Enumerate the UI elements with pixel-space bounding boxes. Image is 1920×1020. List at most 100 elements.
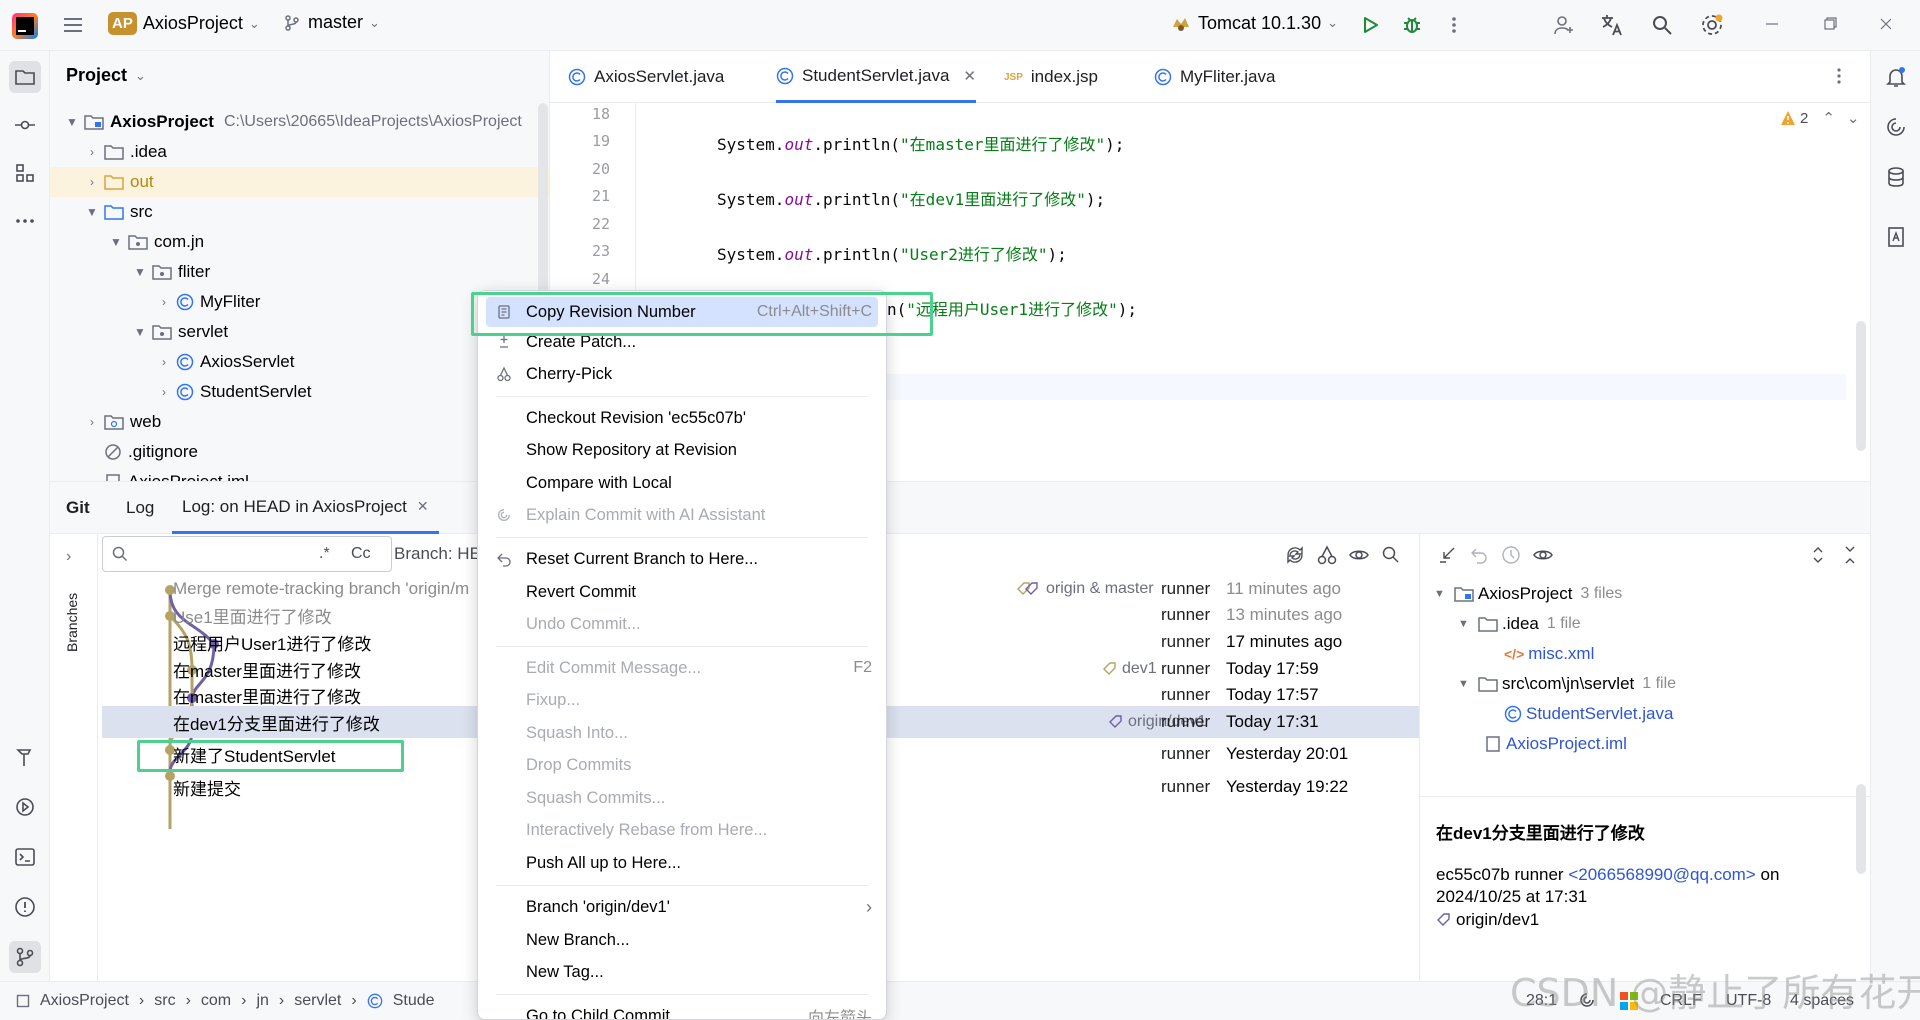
tree-item-axiosproject[interactable]: ▼ AxiosProject C:\Users\20665\IdeaProjec…: [64, 107, 549, 137]
main-menu-icon[interactable]: [60, 12, 86, 38]
code-line[interactable]: System.out.println("在master里面进行了修改");: [717, 131, 1124, 155]
tree-item-out[interactable]: › out: [50, 167, 549, 197]
menu-item-go-child-commit[interactable]: Go to Child Commit 向左箭头: [486, 1001, 878, 1020]
changed-tree-idea[interactable]: ▼ .idea 1 file: [1458, 609, 1581, 639]
menu-item-compare-local[interactable]: Compare with Local: [486, 468, 878, 498]
chevron-right-icon[interactable]: ›: [66, 548, 71, 566]
close-icon[interactable]: ✕: [417, 498, 429, 515]
build-tool-button[interactable]: [9, 741, 41, 773]
breadcrumb-item[interactable]: com: [201, 992, 231, 1010]
more-tools-button[interactable]: [9, 205, 41, 237]
structure-tool-button[interactable]: [9, 157, 41, 189]
refresh-button[interactable]: [1284, 544, 1306, 566]
details-scrollbar[interactable]: [1856, 784, 1866, 874]
restore-button[interactable]: [1820, 14, 1840, 34]
tab-studentservlet[interactable]: StudentServlet.java ✕: [776, 51, 976, 103]
tabs-more-button[interactable]: [1828, 65, 1850, 87]
tab-myfliter[interactable]: MyFliter.java: [1154, 51, 1275, 103]
settings-button[interactable]: [1694, 7, 1730, 43]
cherry-pick-button[interactable]: [1316, 544, 1338, 566]
tree-item-src[interactable]: ▼ src: [84, 197, 549, 227]
menu-item-reset-branch[interactable]: Reset Current Branch to Here...: [486, 544, 878, 574]
menu-item-checkout-revision[interactable]: Checkout Revision 'ec55c07b': [486, 403, 878, 433]
problems-tool-button[interactable]: [9, 891, 41, 923]
regex-toggle[interactable]: .*: [319, 545, 330, 563]
tree-item-com-jn[interactable]: ▼ com.jn: [108, 227, 549, 257]
git-tool-button[interactable]: [9, 941, 41, 973]
menu-item-new-branch[interactable]: New Branch...: [486, 925, 878, 955]
expand-all-button[interactable]: [1808, 544, 1828, 566]
app-logo-icon[interactable]: [12, 13, 38, 39]
menu-item-cherry-pick[interactable]: Cherry-Pick: [486, 359, 878, 389]
debug-button[interactable]: [1394, 7, 1430, 43]
menu-item-explain-commit[interactable]: Explain Commit with AI Assistant: [486, 500, 878, 530]
add-user-button[interactable]: [1546, 7, 1582, 43]
menu-item-new-tag[interactable]: New Tag...: [486, 957, 878, 987]
show-details-button[interactable]: [1348, 544, 1370, 566]
tab-log-head[interactable]: Log: on HEAD in AxiosProject ✕: [172, 482, 439, 534]
tab-log[interactable]: Log: [126, 482, 154, 534]
view-options-button[interactable]: [1532, 544, 1554, 566]
breadcrumb-item[interactable]: AxiosProject: [40, 992, 129, 1010]
database-button[interactable]: [1880, 161, 1912, 193]
translate-button[interactable]: [1594, 7, 1630, 43]
chevron-down-icon[interactable]: ⌄: [1847, 109, 1860, 127]
branch-filter[interactable]: Branch: HE: [394, 544, 484, 564]
project-panel-header[interactable]: Project ⌄: [66, 65, 146, 86]
tab-index-jsp[interactable]: JSP index.jsp: [1004, 51, 1098, 103]
commit-search-input[interactable]: .* Cc: [102, 536, 392, 572]
menu-item-push-up-to[interactable]: Push All up to Here...: [486, 848, 878, 878]
code-line[interactable]: System.out.println("在dev1里面进行了修改");: [717, 186, 1105, 210]
breadcrumb-item[interactable]: src: [154, 992, 175, 1010]
detail-email-link[interactable]: <2066568990@qq.com>: [1568, 865, 1755, 884]
minimize-button[interactable]: [1762, 14, 1782, 34]
tree-item-idea[interactable]: › .idea: [84, 137, 549, 167]
menu-item-edit-message[interactable]: Edit Commit Message... F2: [486, 653, 878, 683]
menu-item-show-repository[interactable]: Show Repository at Revision: [486, 435, 878, 465]
chevron-up-icon[interactable]: ⌃: [1822, 109, 1835, 127]
close-icon[interactable]: ✕: [963, 67, 976, 85]
editor-scrollbar[interactable]: [1856, 321, 1866, 451]
text-tool-button[interactable]: [1880, 221, 1912, 253]
commit-tool-button[interactable]: [9, 109, 41, 141]
search-log-button[interactable]: [1380, 544, 1402, 566]
changed-tree-root[interactable]: ▼ AxiosProject 3 files: [1434, 579, 1622, 609]
menu-item-squash-commits[interactable]: Squash Commits...: [486, 783, 878, 813]
tab-git[interactable]: Git: [66, 482, 90, 534]
breadcrumb-item[interactable]: servlet: [294, 992, 341, 1010]
menu-item-revert-commit[interactable]: Revert Commit: [486, 577, 878, 607]
notifications-button[interactable]: [1880, 61, 1912, 93]
changed-file-iml[interactable]: AxiosProject.iml: [1484, 729, 1627, 759]
close-window-button[interactable]: [1876, 14, 1896, 34]
changed-tree-servlet[interactable]: ▼ src\com\jn\servlet 1 file: [1458, 669, 1676, 699]
tab-axiosservlet[interactable]: AxiosServlet.java: [568, 51, 724, 103]
search-everywhere-button[interactable]: [1644, 7, 1680, 43]
ai-assistant-button[interactable]: [1880, 111, 1912, 143]
menu-item-fixup[interactable]: Fixup...: [486, 685, 878, 715]
more-actions-button[interactable]: [1436, 7, 1472, 43]
branch-switcher[interactable]: master ⌄: [282, 12, 380, 33]
tree-item-fliter[interactable]: ▼ fliter: [132, 257, 549, 287]
detail-hash-author[interactable]: ec55c07b runner: [1436, 865, 1564, 884]
run-button[interactable]: [1352, 7, 1388, 43]
menu-item-drop-commits[interactable]: Drop Commits: [486, 750, 878, 780]
revert-button[interactable]: [1468, 544, 1490, 566]
changed-file-misc-xml[interactable]: </> misc.xml: [1504, 639, 1594, 669]
history-button[interactable]: [1500, 544, 1522, 566]
project-tool-button[interactable]: [9, 61, 41, 93]
breadcrumb-item[interactable]: Stude: [393, 992, 435, 1010]
services-tool-button[interactable]: [9, 791, 41, 823]
inspection-widget[interactable]: 2 ⌃ ⌄: [1780, 109, 1860, 127]
expand-diff-button[interactable]: [1436, 544, 1458, 566]
code-line[interactable]: System.out.println("User2进行了修改");: [717, 241, 1067, 265]
terminal-tool-button[interactable]: [9, 841, 41, 873]
run-config-selector[interactable]: Tomcat 10.1.30 ⌄: [1170, 12, 1338, 34]
project-switcher[interactable]: AP AxiosProject ⌄: [108, 12, 260, 35]
menu-item-squash-into[interactable]: Squash Into...: [486, 718, 878, 748]
changed-file-studentservlet[interactable]: StudentServlet.java: [1504, 699, 1673, 729]
menu-item-interactive-rebase[interactable]: Interactively Rebase from Here...: [486, 815, 878, 845]
breadcrumb-item[interactable]: jn: [256, 992, 268, 1010]
collapse-all-button[interactable]: [1840, 544, 1860, 566]
match-case-toggle[interactable]: Cc: [351, 545, 371, 563]
menu-item-branch-origin-dev1[interactable]: Branch 'origin/dev1' ›: [486, 892, 878, 922]
